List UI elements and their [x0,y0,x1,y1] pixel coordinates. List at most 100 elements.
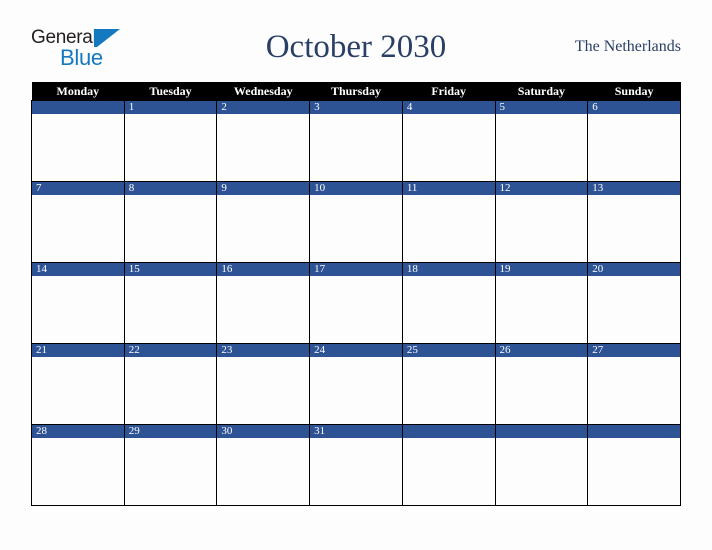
day-number: 19 [495,263,588,276]
day-number [402,425,495,438]
day-number: 22 [124,344,217,357]
day-cell[interactable]: 28 [31,424,125,506]
day-notes-area[interactable] [403,357,495,423]
day-cell[interactable]: 29 [123,424,218,506]
day-cell[interactable]: 25 [401,343,496,425]
day-notes-area[interactable] [588,438,680,504]
day-notes-area[interactable] [32,357,124,423]
day-cell[interactable]: 31 [309,424,403,506]
day-number: 24 [310,344,402,357]
day-notes-area[interactable] [125,195,217,261]
day-cell[interactable]: 1 [123,100,218,182]
day-notes-area[interactable] [403,276,495,342]
day-number: 7 [32,182,124,195]
day-notes-area[interactable] [217,276,309,342]
day-number: 3 [310,101,402,114]
weekday-header-saturday: Saturday [495,82,588,101]
day-notes-area[interactable] [310,195,402,261]
day-cell[interactable]: 17 [309,262,403,344]
day-number: 26 [495,344,588,357]
day-notes-area[interactable] [403,114,495,180]
calendar-body: 1 2 3 4 5 6 7 8 9 10 11 12 13 14 15 16 1… [31,100,681,506]
day-notes-area[interactable] [588,195,680,261]
day-notes-area[interactable] [32,195,124,261]
day-cell[interactable]: 9 [216,181,311,263]
day-notes-area[interactable] [125,357,217,423]
day-cell[interactable]: 2 [216,100,311,182]
page-header: General Blue October 2030 The Netherland… [31,24,681,74]
day-notes-area[interactable] [310,276,402,342]
day-notes-area[interactable] [310,438,402,504]
day-cell[interactable]: 19 [494,262,589,344]
day-number: 18 [402,263,495,276]
day-notes-area[interactable] [403,195,495,261]
day-cell[interactable]: 21 [31,343,125,425]
day-cell[interactable]: 24 [309,343,403,425]
day-cell[interactable]: 3 [309,100,403,182]
day-cell[interactable]: 7 [31,181,125,263]
day-notes-area[interactable] [32,114,124,180]
day-notes-area[interactable] [496,114,588,180]
day-cell[interactable] [31,100,125,182]
day-cell[interactable]: 26 [494,343,589,425]
day-number: 28 [32,425,124,438]
day-number: 23 [217,344,310,357]
day-notes-area[interactable] [403,438,495,504]
day-cell[interactable]: 23 [216,343,311,425]
day-cell[interactable]: 5 [494,100,589,182]
weekday-header-tuesday: Tuesday [124,82,217,101]
day-cell[interactable]: 18 [401,262,496,344]
day-notes-area[interactable] [32,438,124,504]
day-cell[interactable] [401,424,496,506]
day-number: 25 [402,344,495,357]
day-cell[interactable]: 16 [216,262,311,344]
day-notes-area[interactable] [496,357,588,423]
day-notes-area[interactable] [496,195,588,261]
weekday-header-thursday: Thursday [309,82,403,101]
day-notes-area[interactable] [217,114,309,180]
day-cell[interactable]: 6 [587,100,681,182]
day-notes-area[interactable] [32,276,124,342]
day-cell[interactable] [587,424,681,506]
day-cell[interactable]: 27 [587,343,681,425]
day-number: 16 [217,263,310,276]
day-notes-area[interactable] [588,276,680,342]
weekday-header-wednesday: Wednesday [216,82,310,101]
day-notes-area[interactable] [496,276,588,342]
day-number: 8 [124,182,217,195]
day-number: 17 [310,263,402,276]
day-notes-area[interactable] [496,438,588,504]
day-cell[interactable]: 30 [216,424,311,506]
weekday-header-sunday: Sunday [587,82,681,101]
day-number: 5 [495,101,588,114]
day-number: 4 [402,101,495,114]
day-number: 30 [217,425,310,438]
day-notes-area[interactable] [217,438,309,504]
week-row: 28 29 30 31 [31,424,681,506]
day-notes-area[interactable] [125,114,217,180]
day-number: 21 [32,344,124,357]
day-cell[interactable]: 8 [123,181,218,263]
day-cell[interactable]: 20 [587,262,681,344]
day-cell[interactable]: 11 [401,181,496,263]
day-notes-area[interactable] [310,114,402,180]
day-notes-area[interactable] [125,276,217,342]
day-cell[interactable]: 4 [401,100,496,182]
weekday-header-monday: Monday [31,82,125,101]
day-cell[interactable]: 22 [123,343,218,425]
day-notes-area[interactable] [588,357,680,423]
day-notes-area[interactable] [217,195,309,261]
day-notes-area[interactable] [217,357,309,423]
week-row: 7 8 9 10 11 12 13 [31,181,681,263]
day-cell[interactable]: 12 [494,181,589,263]
day-cell[interactable] [494,424,589,506]
day-cell[interactable]: 10 [309,181,403,263]
day-notes-area[interactable] [310,357,402,423]
day-cell[interactable]: 14 [31,262,125,344]
day-notes-area[interactable] [125,438,217,504]
day-cell[interactable]: 13 [587,181,681,263]
week-row: 1 2 3 4 5 6 [31,100,681,182]
day-cell[interactable]: 15 [123,262,218,344]
day-notes-area[interactable] [588,114,680,180]
day-number [495,425,588,438]
